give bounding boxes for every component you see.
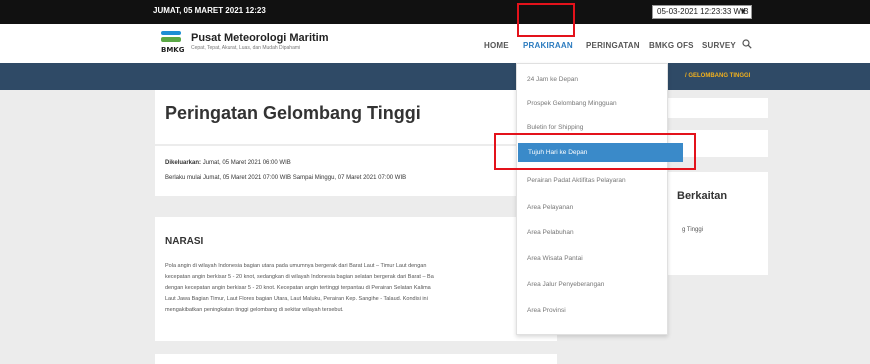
narasi-line: mengakibatkan peningkatan tinggi gelomba… bbox=[165, 307, 344, 313]
narasi-line: kecepatan angin berkisar 5 - 20 knot, se… bbox=[165, 274, 434, 280]
search-icon[interactable] bbox=[742, 39, 752, 49]
bmkg-logo[interactable]: BMKG bbox=[161, 31, 185, 55]
narasi-line: dengan kecepatan angin berkisar 5 - 20 k… bbox=[165, 285, 431, 291]
prakiraan-dropdown: 24 Jam ke Depan Prospek Gelombang Minggu… bbox=[516, 63, 668, 335]
menu-item-area-pelabuhan[interactable]: Area Pelabuhan bbox=[527, 229, 574, 236]
site-header: BMKG Pusat Meteorologi Maritim Cepat, Te… bbox=[0, 24, 870, 63]
narasi-line: Pola angin di wilayah Indonesia bagian u… bbox=[165, 263, 427, 269]
narasi-heading: NARASI bbox=[165, 236, 204, 247]
valid-period: Berlaku mulai Jumat, 05 Maret 2021 07:00… bbox=[165, 175, 407, 181]
site-brand[interactable]: Pusat Meteorologi Maritim bbox=[191, 32, 329, 44]
top-bar: JUMAT, 05 MARET 2021 12:23 05-03-2021 12… bbox=[0, 0, 870, 24]
annotation-box-tujuh-hari bbox=[494, 133, 696, 170]
nav-home[interactable]: HOME bbox=[484, 41, 509, 50]
menu-item-24-jam[interactable]: 24 Jam ke Depan bbox=[527, 76, 578, 83]
time-select[interactable]: 05-03-2021 12:23:33 WIB ▼ bbox=[652, 5, 752, 19]
current-date: JUMAT, 05 MARET 2021 12:23 bbox=[153, 6, 266, 15]
issued-label: Dikeluarkan: bbox=[165, 160, 202, 166]
related-link[interactable]: g Tinggi bbox=[682, 227, 703, 233]
related-heading: Berkaitan bbox=[677, 190, 728, 202]
menu-item-perairan-padat[interactable]: Perairan Padat Aktifitas Pelayaran bbox=[527, 177, 626, 184]
issued-value: Jumat, 05 Maret 2021 06:00 WIB bbox=[202, 160, 291, 166]
next-card bbox=[155, 354, 557, 364]
nav-bmkg-ofs[interactable]: BMKG OFS bbox=[649, 41, 694, 50]
chevron-down-icon: ▼ bbox=[739, 7, 747, 16]
nav-prakiraan[interactable]: PRAKIRAAN bbox=[523, 41, 573, 50]
page-title: Peringatan Gelombang Tinggi bbox=[165, 103, 421, 123]
sidebar-card-1 bbox=[668, 98, 768, 118]
breadcrumb-current[interactable]: / GELOMBANG TINGGI bbox=[685, 73, 750, 79]
issued-info: Dikeluarkan: Jumat, 05 Maret 2021 06:00 … bbox=[165, 160, 291, 166]
breadcrumb-band: / GELOMBANG TINGGI bbox=[0, 63, 870, 90]
sidebar-card-related bbox=[668, 172, 768, 275]
site-tagline: Cepat, Tepat, Akurat, Luas, dan Mudah Di… bbox=[191, 45, 301, 51]
menu-item-area-wisata-pantai[interactable]: Area Wisata Pantai bbox=[527, 255, 583, 262]
menu-item-area-pelayanan[interactable]: Area Pelayanan bbox=[527, 204, 573, 211]
menu-item-area-provinsi[interactable]: Area Provinsi bbox=[527, 307, 566, 314]
time-select-value: 05-03-2021 12:23:33 WIB bbox=[657, 7, 749, 16]
menu-item-area-jalur-penyeberangan[interactable]: Area Jalur Penyeberangan bbox=[527, 281, 604, 288]
nav-peringatan[interactable]: PERINGATAN bbox=[586, 41, 640, 50]
narasi-line: Laut Jawa Bagian Timur, Laut Flores bagi… bbox=[165, 296, 428, 302]
logo-text: BMKG bbox=[161, 46, 185, 54]
nav-survey[interactable]: SURVEY bbox=[702, 41, 736, 50]
menu-item-buletin-shipping[interactable]: Buletin for Shipping bbox=[527, 124, 583, 131]
menu-item-prospek-mingguan[interactable]: Prospek Gelombang Mingguan bbox=[527, 100, 617, 107]
annotation-box-prakiraan bbox=[517, 3, 575, 37]
